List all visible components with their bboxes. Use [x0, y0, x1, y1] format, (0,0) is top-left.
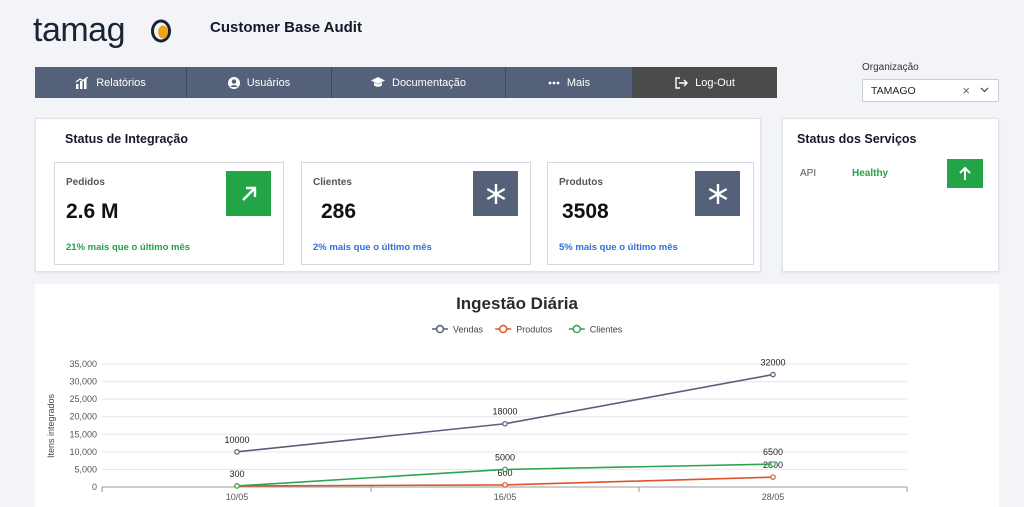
- legend-label: Clientes: [590, 325, 623, 335]
- services-status-title: Status dos Serviços: [797, 132, 917, 146]
- services-status-card: Status dos Serviços API Healthy: [782, 118, 999, 272]
- y-tick-label: 35,000: [69, 359, 97, 369]
- user-icon: [227, 76, 240, 89]
- stat-label: Clientes: [313, 177, 352, 188]
- arrow-up-icon: [947, 159, 983, 188]
- data-point: [770, 371, 776, 378]
- asterisk-icon: [695, 171, 740, 216]
- chevron-down-icon[interactable]: [980, 87, 989, 93]
- data-point: [234, 483, 240, 489]
- nav-logout[interactable]: Log-Out: [633, 67, 777, 98]
- arrow-up-right-icon: [226, 171, 271, 216]
- data-label: 5000: [495, 452, 515, 462]
- nav-relatorios[interactable]: Relatórios: [35, 67, 187, 98]
- data-point: [502, 482, 508, 488]
- integration-status-card: Status de Integração Pedidos 2.6 M 21% m…: [35, 118, 761, 272]
- stat-delta: 21% mais que o último mês: [66, 242, 191, 253]
- daily-ingestion-chart: Vendas Produtos Clientes 0 5,000 10,000 15,000…: [46, 324, 908, 502]
- y-tick-label: 5,000: [74, 464, 97, 474]
- y-tick-label: 25,000: [69, 394, 97, 404]
- data-label: 300: [229, 469, 244, 479]
- tamago-logo: tamag: [33, 12, 171, 48]
- stat-card-clientes: Clientes 286 2% mais que o último mês: [301, 162, 531, 265]
- stat-label: Pedidos: [66, 177, 105, 188]
- nav-label: Relatórios: [96, 76, 146, 89]
- stat-label: Produtos: [559, 177, 603, 188]
- nav-label: Usuários: [246, 76, 291, 89]
- stat-value: 286: [321, 200, 357, 223]
- more-dots-icon: [548, 81, 560, 84]
- data-label: 32000: [760, 358, 785, 368]
- daily-ingestion-chart-card: Ingestão Diária Vendas Produtos Clientes 0 5…: [35, 284, 999, 507]
- data-label: 6500: [763, 447, 783, 457]
- organization-value: TAMAGO: [871, 84, 916, 97]
- legend-marker: [435, 324, 445, 334]
- main-nav: Relatórios Usuários Documentação Mais Lo…: [35, 67, 777, 98]
- stat-card-produtos: Produtos 3508 5% mais que o último mês: [547, 162, 754, 265]
- nav-mais[interactable]: Mais: [506, 67, 633, 98]
- graduation-cap-icon: [371, 77, 385, 87]
- y-axis-label: Itens integrados: [46, 393, 56, 458]
- data-point: [502, 420, 508, 427]
- legend-item: Produtos: [495, 325, 553, 335]
- service-status: Healthy: [852, 168, 889, 179]
- asterisk-icon: [473, 171, 518, 216]
- y-tick-label: 20,000: [69, 412, 97, 422]
- data-point: [502, 466, 508, 473]
- nav-label: Documentação: [392, 76, 466, 89]
- legend-item: Clientes: [568, 324, 623, 335]
- service-name: API: [800, 168, 817, 179]
- y-tick-label: 15,000: [69, 429, 97, 439]
- data-label: 10000: [224, 435, 249, 445]
- clear-selection-icon[interactable]: ×: [962, 83, 970, 98]
- data-label: 18000: [492, 407, 517, 417]
- y-tick-label: 30,000: [69, 377, 97, 387]
- nav-label: Log-Out: [695, 76, 735, 89]
- stat-value: 3508: [562, 200, 609, 223]
- legend-label: Vendas: [453, 325, 484, 335]
- legend-item: Vendas: [432, 325, 484, 335]
- nav-documentacao[interactable]: Documentação: [332, 67, 506, 98]
- legend-marker: [498, 324, 508, 334]
- y-tick-label: 10,000: [69, 447, 97, 457]
- legend-marker: [572, 324, 582, 334]
- organization-select[interactable]: TAMAGO ×: [862, 79, 999, 102]
- legend-label: Produtos: [516, 325, 553, 335]
- integration-status-title: Status de Integração: [65, 132, 188, 146]
- organization-label: Organização: [862, 62, 919, 73]
- stat-card-pedidos: Pedidos 2.6 M 21% mais que o último mês: [54, 162, 284, 265]
- stat-delta: 2% mais que o último mês: [313, 242, 432, 253]
- logout-icon: [675, 76, 689, 89]
- data-point: [234, 449, 240, 455]
- stat-value: 2.6 M: [66, 200, 119, 223]
- data-point: [770, 461, 776, 467]
- app-title: Customer Base Audit: [210, 19, 362, 36]
- data-point: [770, 474, 776, 480]
- nav-usuarios[interactable]: Usuários: [187, 67, 332, 98]
- svg-text:tamag: tamag: [33, 12, 125, 48]
- x-tick-label: 28/05: [762, 492, 785, 502]
- bar-chart-icon: [75, 76, 89, 89]
- nav-label: Mais: [566, 76, 591, 89]
- stat-delta: 5% mais que o último mês: [559, 242, 678, 253]
- x-tick-label: 10/05: [226, 492, 249, 502]
- x-tick-label: 16/05: [494, 492, 517, 502]
- y-tick-label: 0: [92, 482, 97, 492]
